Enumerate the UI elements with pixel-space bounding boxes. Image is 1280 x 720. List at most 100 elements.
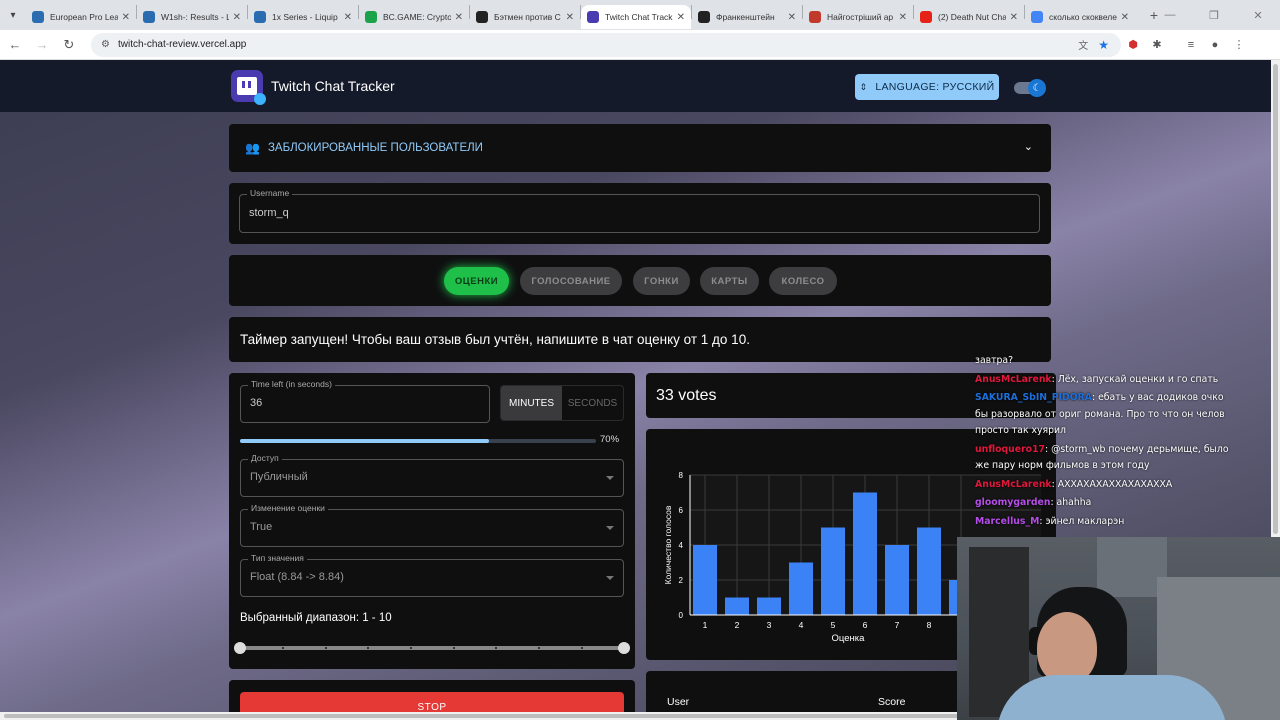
browser-toolbar: ← → ↻ ⚙ twitch-chat-review.vercel.app 文 … [0,30,1280,60]
range-max-handle[interactable] [618,642,630,654]
access-label: Доступ [248,453,282,463]
chat-text: : АХХАХАХАХХАХАХАХХА [1051,478,1173,490]
reload-icon[interactable]: ↻ [57,33,81,57]
browser-tab[interactable]: European Pro Lea ✕ [26,5,136,29]
tab-close-icon[interactable]: ✕ [566,12,574,23]
x-tick-label: 7 [895,620,900,630]
extensions-icon[interactable]: ✱ [1145,33,1169,57]
tab-cards[interactable]: КАРТЫ [700,267,759,295]
profile-avatar[interactable]: ● [1203,33,1227,57]
tab-search-icon[interactable]: ▾ [0,0,26,30]
language-label: LANGUAGE: РУССКИЙ [875,81,995,93]
tab-close-icon[interactable]: ✕ [233,12,241,23]
tab-label: ГОЛОСОВАНИЕ [531,275,611,287]
access-value: Публичный [250,471,308,483]
theme-toggle[interactable]: ☾ [1014,79,1046,97]
tab-close-icon[interactable]: ✕ [344,12,352,23]
unfold-icon: ⇕ [859,81,868,92]
dropdown-arrow-icon [606,476,614,480]
chart-bar [789,562,813,615]
x-tick-label: 5 [831,620,836,630]
tab-label: ГОНКИ [644,275,679,287]
time-left-input[interactable]: Time left (in seconds) 36 [240,379,490,423]
tab-favicon-icon [1031,11,1043,23]
tab-ratings[interactable]: ОЦЕНКИ [444,267,509,295]
restore-icon[interactable]: ❐ [1192,0,1236,30]
browser-tab[interactable]: Найгостріший ар ✕ [803,5,913,29]
tab-title: BC.GAME: Crypto [383,12,451,22]
language-button[interactable]: ⇕ LANGUAGE: РУССКИЙ [855,74,999,100]
range-slider[interactable] [234,642,630,654]
tab-title: (2) Death Nut Cha [938,12,1006,22]
back-icon[interactable]: ← [3,33,27,57]
tab-favicon-icon [254,11,266,23]
browser-tab[interactable]: 1x Series - Liquip ✕ [248,5,358,29]
tab-close-icon[interactable]: ✕ [677,12,685,23]
chat-username: Marcellus_M [975,515,1040,527]
browser-tabstrip: ▾ European Pro Lea ✕ W1sh-: Results - L ✕ 1x… [0,0,1280,30]
tab-title: сколько скоквеле [1049,12,1117,22]
access-select[interactable]: Доступ Публичный [240,453,624,497]
tab-label: КОЛЕСО [781,275,825,287]
tab-close-icon[interactable]: ✕ [455,12,463,23]
timer-progress-bar [240,439,596,443]
site-info-icon[interactable]: ⚙ [101,39,110,50]
tab-favicon-icon [809,11,821,23]
bookmark-star-icon[interactable]: ★ [1098,38,1109,52]
tab-voting[interactable]: ГОЛОСОВАНИЕ [520,267,622,295]
chat-message: gloomygarden: ahahha [975,495,1233,512]
browser-tab[interactable]: Twitch Chat Track ✕ [581,5,691,29]
rating-change-select[interactable]: Изменение оценки True [240,503,624,547]
chat-message: Marcellus_M: эйнел макларэн [975,514,1233,531]
browser-tab[interactable]: BC.GAME: Crypto ✕ [359,5,469,29]
chat-text: : ahahha [1050,497,1092,508]
seconds-button[interactable]: SECONDS [562,386,623,420]
tab-races[interactable]: ГОНКИ [633,267,690,295]
y-tick-label: 8 [679,471,684,480]
tab-close-icon[interactable]: ✕ [122,12,130,23]
chat-text: : Лёх, запускай оценки и го спать [1051,373,1219,385]
minutes-button[interactable]: MINUTES [501,386,562,420]
close-window-icon[interactable]: ✕ [1236,0,1280,30]
username-field[interactable]: Username storm_q [239,188,1040,233]
chat-username: AnusMcLarenk [975,478,1052,490]
x-tick-label: 4 [799,620,804,630]
value-type-select[interactable]: Тип значения Float (8.84 -> 8.84) [240,553,624,597]
blocked-users-accordion[interactable]: 👥 ЗАБЛОКИРОВАННЫЕ ПОЛЬЗОВАТЕЛИ ⌄ [229,124,1051,172]
tab-list: European Pro Lea ✕ W1sh-: Results - L ✕ 1x S… [26,1,1135,29]
adblock-extension-icon[interactable]: ⬢ [1121,33,1145,57]
tab-close-icon[interactable]: ✕ [899,12,907,23]
browser-tab[interactable]: сколько скоквеле ✕ [1025,5,1135,29]
browser-tab[interactable]: Франкенштейн ✕ [692,5,802,29]
tab-close-icon[interactable]: ✕ [1121,12,1129,23]
settings-panel: Time left (in seconds) 36 MINUTES SECOND… [229,373,635,669]
browser-menu-icon[interactable]: ⋮ [1227,33,1251,57]
media-control-icon[interactable]: ≡ [1179,33,1203,57]
tab-close-icon[interactable]: ✕ [788,12,796,23]
chart-bar [757,597,781,615]
browser-tab[interactable]: W1sh-: Results - L ✕ [137,5,247,29]
x-tick-label: 1 [703,620,708,630]
username-value: storm_q [249,207,289,219]
tab-label: ОЦЕНКИ [454,275,499,287]
range-min-handle[interactable] [234,642,246,654]
translate-icon[interactable]: 文 [1078,37,1088,52]
forward-icon[interactable]: → [30,33,54,57]
stop-button[interactable]: STOP [240,692,624,714]
time-left-value: 36 [250,397,263,409]
chart-bar [725,597,749,615]
minimize-icon[interactable]: — [1148,0,1192,30]
tab-wheel[interactable]: КОЛЕСО [769,267,837,295]
timer-progress-label: 70% [600,434,620,445]
x-axis-label: Оценка [832,633,866,644]
tab-favicon-icon [143,11,155,23]
tab-favicon-icon [32,11,44,23]
browser-tab[interactable]: Бэтмен против С ✕ [470,5,580,29]
chat-message: AnusMcLarenk: АХХАХАХАХХАХАХАХХА [975,477,1233,494]
address-bar[interactable]: ⚙ twitch-chat-review.vercel.app 文 ★ [91,32,1121,57]
username-card: Username storm_q [229,183,1051,244]
tab-favicon-icon [587,11,599,23]
browser-tab[interactable]: (2) Death Nut Cha ✕ [914,5,1024,29]
chat-text: : эйнел макларэн [1039,515,1125,527]
tab-close-icon[interactable]: ✕ [1010,12,1018,23]
